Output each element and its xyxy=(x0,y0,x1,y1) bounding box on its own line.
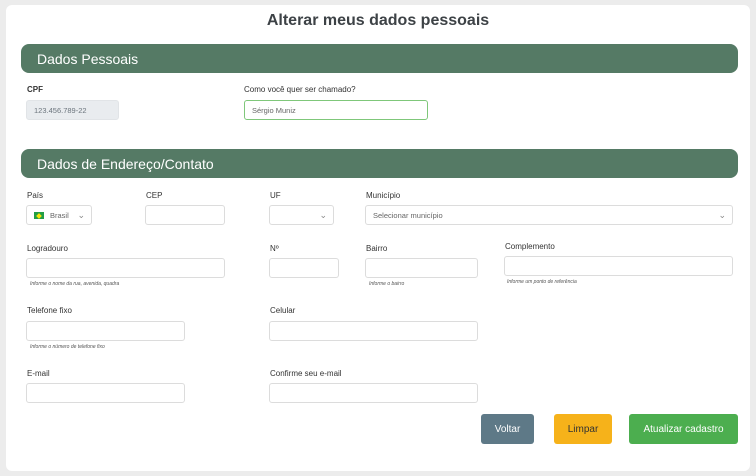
brazil-flag-icon xyxy=(34,212,44,219)
chevron-down-icon: ⌄ xyxy=(718,210,726,220)
clear-button[interactable]: Limpar xyxy=(554,414,612,444)
municipio-placeholder: Selecionar município xyxy=(373,211,443,220)
municipio-label: Município xyxy=(366,191,401,200)
submit-button[interactable]: Atualizar cadastro xyxy=(629,414,738,444)
telefone-label: Telefone fixo xyxy=(27,306,72,315)
logradouro-label: Logradouro xyxy=(27,244,68,253)
cpf-field: 123.456.789-22 xyxy=(26,100,119,120)
complemento-field[interactable] xyxy=(504,256,733,276)
pais-label: País xyxy=(27,191,44,200)
bairro-field[interactable] xyxy=(365,258,478,278)
email-label: E-mail xyxy=(27,369,50,378)
logradouro-field[interactable] xyxy=(26,258,225,278)
cep-label: CEP xyxy=(146,191,163,200)
numero-label: Nº xyxy=(270,244,279,253)
email-confirm-field[interactable] xyxy=(269,383,478,403)
numero-field[interactable] xyxy=(269,258,339,278)
section-header-personal: Dados Pessoais xyxy=(21,44,738,73)
page-title: Alterar meus dados pessoais xyxy=(266,12,490,29)
nickname-field[interactable]: Sérgio Muniz xyxy=(244,100,428,120)
pais-select[interactable]: Brasil ⌄ xyxy=(26,205,92,225)
chevron-down-icon: ⌄ xyxy=(319,210,327,220)
pais-value: Brasil xyxy=(50,211,69,220)
cep-field[interactable] xyxy=(145,205,225,225)
cpf-label: CPF xyxy=(27,85,43,94)
bairro-hint: Informe o bairro xyxy=(369,281,405,287)
telefone-field[interactable] xyxy=(26,321,185,341)
bairro-label: Bairro xyxy=(366,244,388,253)
uf-label: UF xyxy=(270,191,281,200)
email-field[interactable] xyxy=(26,383,185,403)
chevron-down-icon: ⌄ xyxy=(77,210,85,220)
back-button[interactable]: Voltar xyxy=(481,414,534,444)
telefone-hint: Informe o número de telefone fixo xyxy=(30,344,105,350)
celular-label: Celular xyxy=(270,306,296,315)
email-confirm-label: Confirme seu e-mail xyxy=(270,369,342,378)
complemento-label: Complemento xyxy=(505,242,555,251)
logradouro-hint: Informe o nome da rua, avenida, quadra xyxy=(30,281,120,287)
nickname-label: Como você quer ser chamado? xyxy=(244,85,356,94)
municipio-select[interactable]: Selecionar município ⌄ xyxy=(365,205,733,225)
complemento-hint: Informe um ponto de referência xyxy=(507,279,577,285)
uf-select[interactable]: ⌄ xyxy=(269,205,334,225)
section-header-address: Dados de Endereço/Contato xyxy=(21,149,738,178)
celular-field[interactable] xyxy=(269,321,478,341)
